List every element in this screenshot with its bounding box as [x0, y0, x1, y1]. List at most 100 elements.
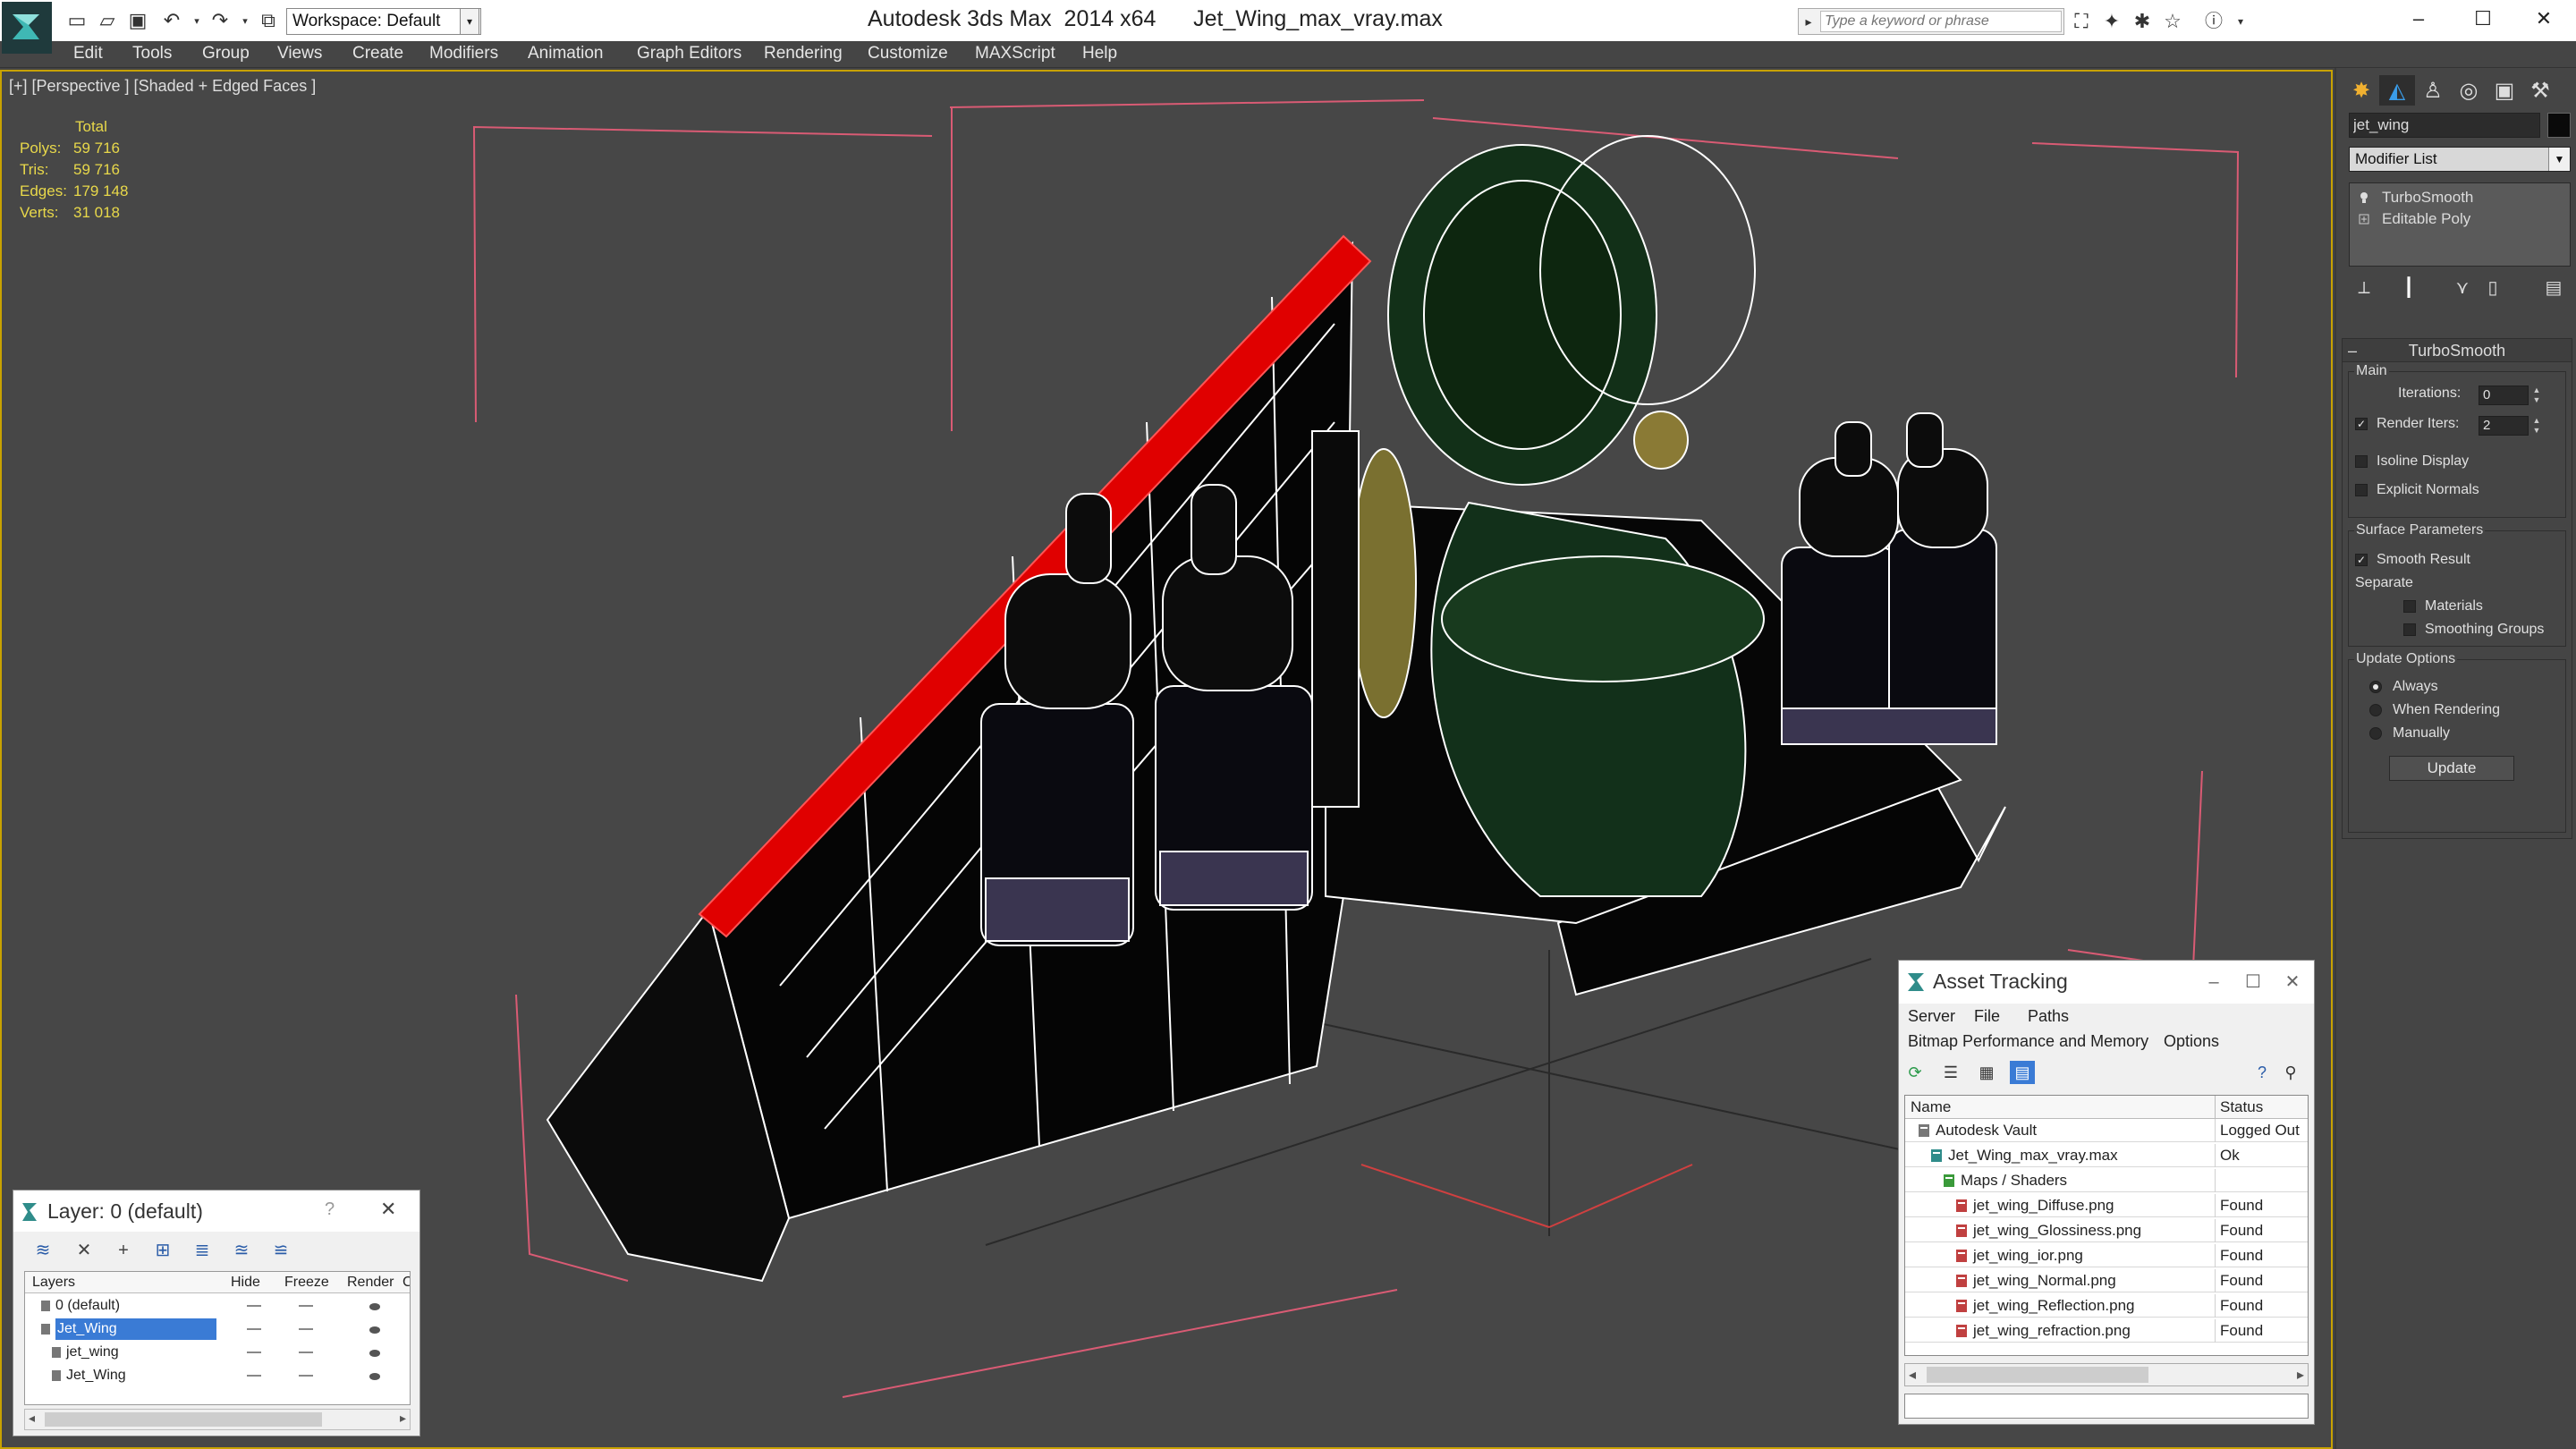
stack-item-editable-poly[interactable]: Editable Poly	[2353, 208, 2568, 230]
column-name-header[interactable]: Name	[1911, 1098, 1951, 1116]
scrollbar-thumb[interactable]	[1927, 1367, 2148, 1383]
menu-server[interactable]: Server	[1908, 1007, 1955, 1026]
object-name-field[interactable]	[2349, 113, 2540, 138]
hide-all-icon[interactable]: ≊	[228, 1239, 255, 1262]
explicit-normals-checkbox[interactable]	[2355, 483, 2368, 496]
undo-dropdown-icon[interactable]: ▾	[184, 9, 209, 32]
layer-row[interactable]: Jet_Wing	[25, 1365, 410, 1386]
scroll-right-icon[interactable]: ▸	[2297, 1366, 2304, 1384]
hide-toggle[interactable]	[247, 1305, 261, 1307]
freeze-toggle[interactable]	[299, 1375, 313, 1377]
highlight-layers-icon[interactable]: ≣	[189, 1239, 216, 1262]
redo-dropdown-icon[interactable]: ▾	[233, 9, 258, 32]
spinner-arrows-icon[interactable]: ▲ ▼	[2530, 386, 2543, 405]
show-end-result-icon[interactable]: ┃	[2395, 275, 2422, 301]
hide-toggle[interactable]	[247, 1328, 261, 1330]
horizontal-scrollbar[interactable]: ◂ ▸	[24, 1409, 411, 1430]
freeze-toggle[interactable]	[299, 1305, 313, 1307]
object-color-swatch[interactable]	[2547, 113, 2571, 138]
iterations-spinner[interactable]: 0	[2479, 386, 2529, 405]
column-render-header[interactable]: Render	[347, 1272, 394, 1293]
configure-modifier-sets-icon[interactable]: ▤	[2540, 275, 2567, 301]
refresh-icon[interactable]: ⟳	[1902, 1061, 1928, 1084]
asset-row[interactable]: jet_wing_refraction.png Found	[1905, 1319, 2308, 1343]
asset-row[interactable]: jet_wing_Reflection.png Found	[1905, 1294, 2308, 1318]
asset-row[interactable]: jet_wing_ior.png Found	[1905, 1244, 2308, 1267]
scroll-left-icon[interactable]: ◂	[29, 1411, 35, 1426]
maximize-button[interactable]: ☐	[2451, 0, 2515, 41]
render-teapot-icon[interactable]	[369, 1301, 381, 1310]
menu-tools[interactable]: Tools	[132, 44, 172, 64]
layer-row[interactable]: jet_wing	[25, 1342, 410, 1363]
select-objects-icon[interactable]: ⊞	[149, 1239, 176, 1262]
asset-row[interactable]: Jet_Wing_max_vray.max Ok	[1905, 1144, 2308, 1167]
column-status-header[interactable]: Status	[2220, 1098, 2263, 1116]
menu-create[interactable]: Create	[352, 44, 403, 64]
horizontal-scrollbar[interactable]: ◂ ▸	[1904, 1363, 2309, 1386]
menu-options[interactable]: Options	[2164, 1032, 2219, 1051]
menu-edit[interactable]: Edit	[73, 44, 103, 64]
pin-icon[interactable]: ⚲	[2278, 1061, 2303, 1084]
menu-maxscript[interactable]: MAXScript	[975, 44, 1055, 64]
menu-bitmap-performance[interactable]: Bitmap Performance and Memory	[1908, 1032, 2148, 1051]
freeze-toggle[interactable]	[299, 1352, 313, 1353]
isoline-display-row[interactable]: Isoline Display	[2355, 453, 2469, 470]
thumbnail-view-icon[interactable]: ▦	[1974, 1061, 1999, 1084]
menu-views[interactable]: Views	[277, 44, 322, 64]
asset-tracking-titlebar[interactable]: Asset Tracking – ☐ ✕	[1899, 961, 2314, 1004]
scrollbar-thumb[interactable]	[45, 1412, 322, 1427]
always-radio[interactable]	[2369, 680, 2382, 693]
redo-icon[interactable]: ↷	[208, 9, 233, 32]
render-teapot-icon[interactable]	[369, 1371, 381, 1380]
menu-file[interactable]: File	[1974, 1007, 2000, 1026]
workspace-dropdown[interactable]: Workspace: Default ▾	[286, 8, 481, 35]
menu-help[interactable]: Help	[1082, 44, 1117, 64]
column-hide-header[interactable]: Hide	[231, 1272, 260, 1293]
isoline-checkbox[interactable]	[2355, 454, 2368, 468]
display-tab-icon[interactable]: ▣	[2487, 75, 2522, 106]
menu-animation[interactable]: Animation	[528, 44, 604, 64]
minimize-button[interactable]: –	[2198, 966, 2230, 998]
search-input[interactable]	[1820, 11, 2062, 32]
binoculars-icon[interactable]: ⛶	[2068, 8, 2095, 35]
menu-graph-editors[interactable]: Graph Editors	[637, 44, 741, 64]
modifier-list-dropdown[interactable]: Modifier List ▼	[2349, 147, 2571, 172]
materials-row[interactable]: Materials	[2403, 598, 2483, 614]
remove-modifier-icon[interactable]: ▯	[2479, 275, 2506, 301]
add-to-layer-icon[interactable]: +	[110, 1239, 137, 1262]
scroll-right-icon[interactable]: ▸	[400, 1411, 406, 1426]
help-icon[interactable]: ?	[325, 1199, 335, 1220]
create-tab-icon[interactable]: ✸	[2343, 75, 2379, 106]
pin-stack-icon[interactable]: ⟂	[2351, 275, 2377, 301]
hierarchy-tab-icon[interactable]: ♙	[2415, 75, 2451, 106]
minimize-button[interactable]: –	[2386, 0, 2451, 41]
new-file-icon[interactable]: ▭	[64, 9, 89, 32]
asset-row[interactable]: Maps / Shaders	[1905, 1169, 2308, 1192]
asset-row[interactable]: jet_wing_Normal.png Found	[1905, 1269, 2308, 1292]
open-file-icon[interactable]: ▱	[95, 9, 120, 32]
materials-checkbox[interactable]	[2403, 599, 2416, 613]
render-teapot-icon[interactable]	[369, 1325, 381, 1334]
close-button[interactable]: ✕	[2276, 966, 2309, 998]
smoothing-groups-checkbox[interactable]	[2403, 623, 2416, 636]
delete-layer-icon[interactable]: ✕	[71, 1239, 97, 1262]
scroll-left-icon[interactable]: ◂	[1909, 1366, 1916, 1384]
hide-toggle[interactable]	[247, 1375, 261, 1377]
close-button[interactable]: ✕	[380, 1198, 396, 1221]
project-folder-icon[interactable]: ⧉	[256, 9, 281, 32]
layer-row[interactable]: 0 (default)	[25, 1295, 410, 1317]
hide-toggle[interactable]	[247, 1352, 261, 1353]
explicit-normals-row[interactable]: Explicit Normals	[2355, 482, 2479, 498]
when-rendering-radio[interactable]	[2369, 703, 2382, 716]
rollout-header[interactable]: – TurboSmooth	[2343, 339, 2572, 362]
smooth-result-checkbox[interactable]: ✓	[2355, 553, 2368, 566]
render-iters-row[interactable]: ✓ Render Iters:	[2355, 416, 2459, 432]
close-button[interactable]: ✕	[2512, 0, 2576, 41]
column-freeze-header[interactable]: Freeze	[284, 1272, 329, 1293]
smooth-result-row[interactable]: ✓ Smooth Result	[2355, 552, 2470, 568]
menu-paths[interactable]: Paths	[2028, 1007, 2069, 1026]
undo-icon[interactable]: ↶	[159, 9, 184, 32]
save-file-icon[interactable]: ▣	[125, 9, 150, 32]
asset-row[interactable]: Autodesk Vault Logged Out	[1905, 1119, 2308, 1142]
help-dropdown-icon[interactable]: ▾	[2227, 8, 2254, 35]
